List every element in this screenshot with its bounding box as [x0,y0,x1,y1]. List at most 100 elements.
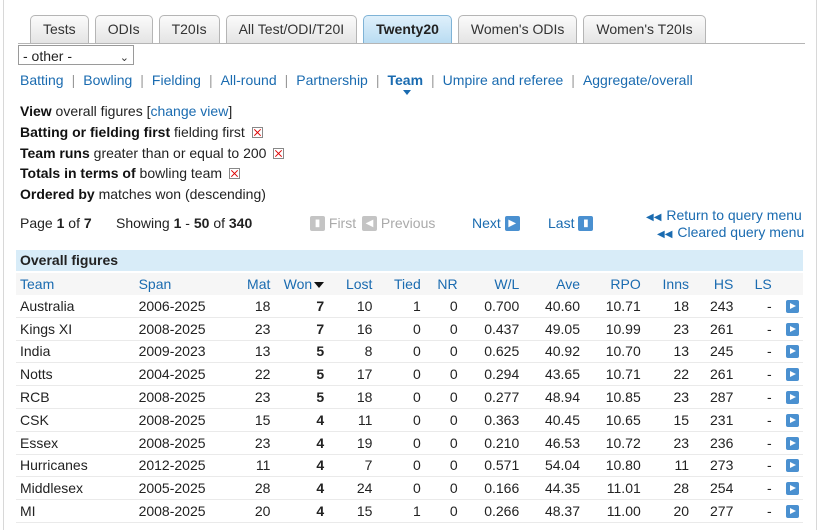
row-action[interactable] [775,454,803,478]
first-page-button[interactable]: ▮ First [310,215,356,231]
nav-partnership[interactable]: Partnership [296,72,368,88]
cleared-query-link[interactable]: Cleared query menu [677,224,804,240]
cell-ave: 43.65 [523,362,585,387]
tab-twenty20[interactable]: Twenty20 [363,15,452,43]
tab-t20is[interactable]: T20Is [158,15,220,43]
tab-odis[interactable]: ODIs [94,15,153,43]
cell-span: 2009-2023 [134,340,229,364]
nav-team-current[interactable]: Team [387,72,423,95]
cell-tied: 1 [376,295,425,318]
tab-womens-t20is[interactable]: Women's T20Is [583,15,706,43]
nav-umpire-referee[interactable]: Umpire and referee [443,72,564,88]
row-action[interactable] [775,385,803,409]
tab-divider [18,43,805,44]
play-icon[interactable] [786,505,799,519]
tab-all-formats[interactable]: All Test/ODI/T20I [225,15,358,43]
last-page-button[interactable]: Last ▮ [548,215,594,231]
cell-ave: 46.53 [523,431,585,455]
cell-ave: 40.45 [523,408,585,432]
col-ls[interactable]: LS [737,273,776,295]
of-label: of [68,215,80,231]
play-icon[interactable] [786,436,799,450]
row-action[interactable] [775,295,803,318]
criteria-team-runs: Team runs greater than or equal to 200 [20,145,285,161]
row-action[interactable] [775,362,803,387]
play-icon[interactable] [786,413,799,427]
cell-rpo: 10.85 [584,385,645,409]
cell-rpo: 10.65 [584,408,645,432]
criteria-value: greater than or equal to 200 [93,145,267,161]
cell-nr: 0 [424,431,462,455]
row-action[interactable] [775,408,803,432]
nav-bowling[interactable]: Bowling [83,72,132,88]
other-format-select[interactable]: - other - ⌄ [18,45,134,65]
cell-team: Hurricanes [16,454,135,478]
row-action[interactable] [775,476,803,501]
remove-criterion-icon[interactable] [273,148,285,159]
cell-inns: 23 [644,385,694,409]
col-inns[interactable]: Inns [644,273,694,295]
cell-ave: 49.05 [523,317,585,341]
cell-inns: 13 [644,340,694,364]
row-action[interactable] [775,499,803,523]
col-hs[interactable]: HS [693,273,738,295]
col-tied[interactable]: Tied [376,273,425,295]
play-icon[interactable] [786,482,799,496]
play-icon[interactable] [786,322,799,336]
cell-ls: - [737,499,776,523]
col-wl[interactable]: W/L [461,273,524,295]
play-icon[interactable] [786,391,799,405]
previous-page-button[interactable]: ◀ Previous [362,215,435,231]
row-action[interactable] [775,317,803,341]
col-ave[interactable]: Ave [523,273,585,295]
play-icon[interactable] [786,368,799,382]
tab-tests[interactable]: Tests [30,15,89,43]
cell-lost: 11 [328,408,377,432]
col-mat[interactable]: Mat [228,273,275,295]
play-icon[interactable] [786,345,799,359]
cell-nr: 0 [424,454,462,478]
return-query-menu[interactable]: ◀◀ Return to query menu [646,207,802,223]
cell-span: 2012-2025 [134,454,229,478]
remove-criterion-icon[interactable] [251,127,263,138]
cell-lost: 17 [328,362,377,387]
criteria-bat-field: Batting or fielding first fielding first [20,124,263,140]
nav-all-round[interactable]: All-round [221,72,277,88]
cell-mat: 15 [228,408,275,432]
remove-criterion-icon[interactable] [229,168,241,179]
col-team[interactable]: Team [16,273,135,295]
row-action[interactable] [775,340,803,364]
cell-won: 4 [274,454,329,478]
col-span[interactable]: Span [134,273,229,295]
next-page-button[interactable]: Next ▶ [472,215,520,231]
tab-womens-odis[interactable]: Women's ODIs [457,15,578,43]
cell-team: Australia [16,295,135,318]
cell-lost: 7 [328,454,377,478]
results-table: Team Span Mat Won Lost Tied NR W/L Ave R… [16,273,803,523]
nav-fielding[interactable]: Fielding [152,72,201,88]
row-action[interactable] [775,431,803,455]
next-label: Next [472,215,501,231]
criteria-key: Batting or fielding first [20,124,171,140]
cell-wl: 0.625 [461,340,524,364]
play-icon[interactable] [786,299,799,313]
col-nr[interactable]: NR [424,273,462,295]
cell-inns: 23 [644,431,694,455]
nav-separator: | [208,72,213,88]
play-icon[interactable] [786,459,799,473]
cell-tied: 0 [376,317,425,341]
change-view-link[interactable]: change view [150,103,228,119]
col-lost[interactable]: Lost [328,273,377,295]
return-query-link[interactable]: Return to query menu [666,207,801,223]
nav-aggregate-overall[interactable]: Aggregate/overall [583,72,693,88]
col-won[interactable]: Won [274,273,329,295]
cell-span: 2006-2025 [134,295,229,318]
cell-hs: 243 [693,295,738,318]
cell-rpo: 10.99 [584,317,645,341]
cell-won: 5 [274,385,329,409]
col-rpo[interactable]: RPO [584,273,645,295]
cleared-query-menu[interactable]: ◀◀ Cleared query menu [657,224,804,240]
cell-ls: - [737,385,776,409]
nav-batting[interactable]: Batting [20,72,64,88]
cell-nr: 0 [424,362,462,387]
